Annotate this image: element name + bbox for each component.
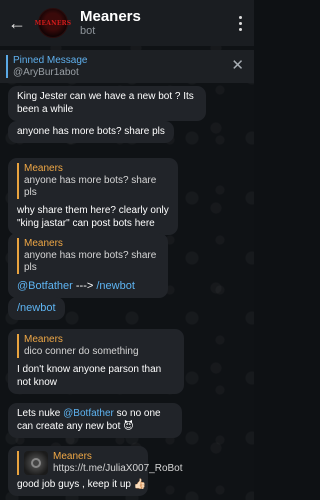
reply-author: Meaners xyxy=(24,163,63,174)
reply-author: Meaners xyxy=(24,334,63,345)
close-icon[interactable]: ✕ xyxy=(231,58,244,73)
reply-text: anyone has more bots? share pls xyxy=(24,175,157,198)
pinned-message-bar[interactable]: Pinned Message @AryBur1abot ✕ xyxy=(0,50,254,83)
message-bubble[interactable]: Meaners dico conner do something I don't… xyxy=(8,329,184,394)
arrow-left-icon: ← xyxy=(8,12,26,33)
message-text: good job guys , keep it up xyxy=(17,479,134,490)
thumbs-up-emoji-icon: 👍🏻 xyxy=(133,479,147,490)
message-bubble[interactable]: /newbot xyxy=(8,297,65,320)
reply-quote[interactable]: Meaners https://t.me/JuliaX007_RoBot xyxy=(17,451,183,475)
arrow-text: ---> xyxy=(72,280,97,292)
message-text: King Jester can we have a new bot ? Its … xyxy=(17,91,194,115)
message-bubble[interactable]: Meaners https://t.me/JuliaX007_RoBot goo… xyxy=(8,446,183,496)
pinned-text: @AryBur1abot xyxy=(13,67,79,78)
avatar-logo: MEANERS xyxy=(34,19,72,27)
chat-header: ← MEANERS Meaners bot xyxy=(0,0,254,46)
reply-author: Meaners xyxy=(24,238,63,249)
message-bubble[interactable]: King Jester can we have a new bot ? Its … xyxy=(8,86,206,121)
mention-link[interactable]: @Botfather xyxy=(17,280,73,292)
back-button[interactable]: ← xyxy=(0,0,34,46)
mention-link[interactable]: @Botfather xyxy=(63,408,114,419)
message-bubble[interactable]: Meaners anyone has more bots? share pls … xyxy=(8,158,178,235)
pinned-accent-bar xyxy=(6,55,8,78)
avatar[interactable]: MEANERS xyxy=(35,8,71,38)
reply-quote[interactable]: Meaners anyone has more bots? share pls xyxy=(17,238,159,274)
message-text: why share them here? clearly only "king … xyxy=(17,205,169,229)
message-bubble[interactable]: anyone has more bots? share pls xyxy=(8,121,174,143)
command-link[interactable]: /newbot xyxy=(96,280,135,292)
message-bubble[interactable]: Lets nuke @Botfather so no one can creat… xyxy=(8,403,182,438)
image-icon xyxy=(31,458,41,468)
message-text: anyone has more bots? share pls xyxy=(17,126,165,137)
reply-author: Meaners xyxy=(53,451,92,462)
more-vertical-icon xyxy=(238,15,242,19)
chat-subtitle: bot xyxy=(80,25,96,37)
pinned-title: Pinned Message xyxy=(13,55,88,66)
message-text-before: Lets nuke xyxy=(17,408,64,419)
devil-emoji-icon: 😈 xyxy=(123,421,134,432)
command-link[interactable]: /newbot xyxy=(17,302,56,314)
reply-text: https://t.me/JuliaX007_RoBot xyxy=(53,463,183,474)
reply-thumbnail xyxy=(24,451,48,475)
message-bubble[interactable]: Meaners anyone has more bots? share pls … xyxy=(8,233,168,298)
reply-quote[interactable]: Meaners anyone has more bots? share pls xyxy=(17,163,169,199)
chat-title-group[interactable]: Meaners bot xyxy=(80,8,141,38)
reply-text: dico conner do something xyxy=(24,346,139,357)
reply-quote[interactable]: Meaners dico conner do something xyxy=(17,334,175,358)
more-menu-button[interactable] xyxy=(226,0,254,46)
chat-title: Meaners xyxy=(80,8,141,25)
reply-text: anyone has more bots? share pls xyxy=(24,250,157,273)
message-text: I don't know anyone parson than not know xyxy=(17,364,162,388)
